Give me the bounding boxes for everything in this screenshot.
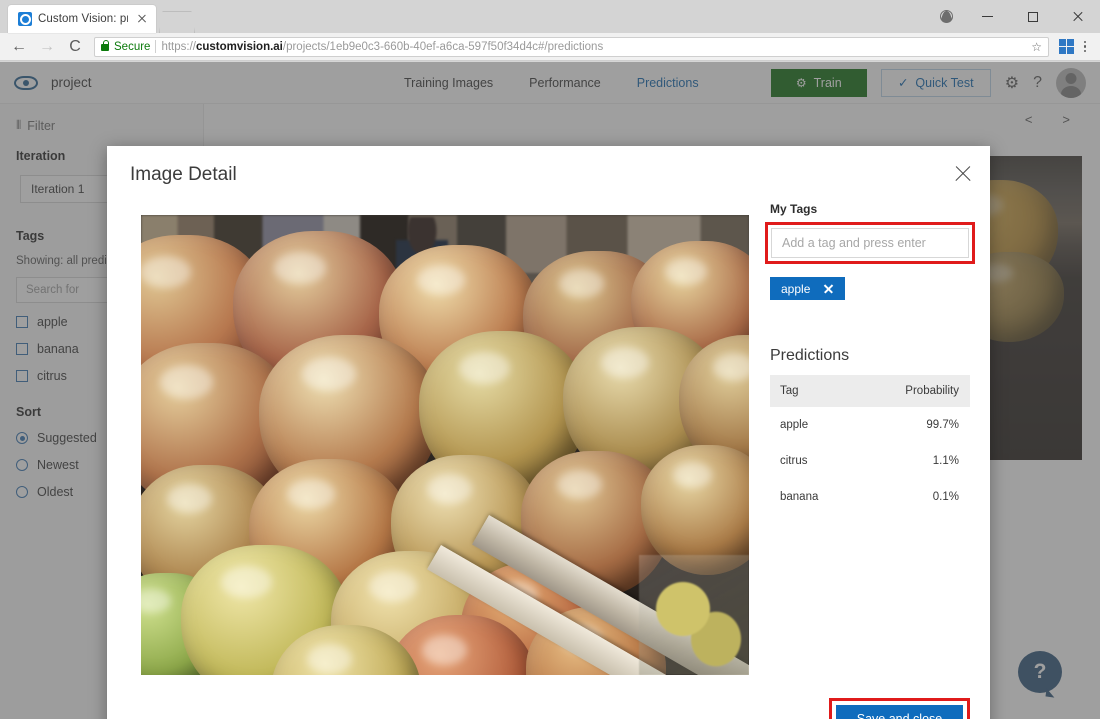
prediction-tag: citrus [770, 443, 849, 479]
apples-photo [141, 215, 749, 675]
remove-tag-icon[interactable] [823, 283, 834, 294]
reload-icon[interactable]: C [62, 34, 88, 60]
prediction-probability: 0.1% [849, 479, 970, 515]
window-controls [927, 0, 1100, 33]
custom-vision-favicon [18, 12, 32, 26]
minimize-button[interactable] [965, 0, 1010, 33]
url-path: /projects/1eb9e0c3-660b-40ef-a6ca-597f50… [283, 41, 603, 53]
page-title: Image Detail [130, 164, 237, 186]
window-close-button[interactable] [1055, 0, 1100, 33]
table-row: banana 0.1% [770, 479, 970, 515]
browser-tab[interactable]: Custom Vision: project - [8, 5, 156, 33]
table-row: apple 99.7% [770, 407, 970, 443]
address-bar[interactable]: Secure https://customvision.ai/projects/… [94, 37, 1049, 57]
prediction-tag: apple [770, 407, 849, 443]
app-page: project Training Images Performance Pred… [0, 62, 1100, 719]
tag-chip-label: apple [781, 282, 810, 296]
tag-input-highlight [765, 222, 975, 264]
close-icon[interactable] [134, 11, 150, 27]
star-icon[interactable]: ☆ [1027, 40, 1042, 54]
predictions-heading: Predictions [770, 347, 970, 365]
back-icon[interactable]: ← [6, 34, 32, 60]
save-and-close-button[interactable]: Save and close [836, 705, 963, 719]
table-row: citrus 1.1% [770, 443, 970, 479]
predictions-table: Tag Probability apple 99.7% citrus 1.1% [770, 375, 970, 515]
secure-label: Secure [114, 41, 150, 53]
column-header-probability: Probability [849, 375, 970, 407]
tag-input[interactable] [771, 228, 969, 258]
prediction-tag: banana [770, 479, 849, 515]
column-header-tag: Tag [770, 375, 849, 407]
tab-strip: Custom Vision: project - [0, 0, 195, 33]
lock-icon [101, 44, 109, 51]
image-detail-modal: Image Detail [107, 146, 990, 719]
prediction-probability: 1.1% [849, 443, 970, 479]
browser-titlebar: Custom Vision: project - [0, 0, 1100, 33]
new-tab-button[interactable] [159, 11, 195, 33]
url-domain: customvision.ai [196, 41, 283, 53]
url-scheme: https:// [161, 41, 196, 53]
save-button-highlight: Save and close [829, 698, 970, 719]
extension-icon[interactable] [1059, 39, 1074, 54]
table-header-row: Tag Probability [770, 375, 970, 407]
url-text: https://customvision.ai/projects/1eb9e0c… [161, 41, 603, 53]
maximize-button[interactable] [1010, 0, 1055, 33]
detail-sidebar: My Tags apple Predictions Tag Probabilit… [770, 202, 970, 515]
divider [155, 40, 156, 53]
prediction-probability: 99.7% [849, 407, 970, 443]
detail-image [141, 215, 749, 675]
person-icon[interactable] [927, 0, 965, 33]
produce-bag [639, 555, 749, 675]
forward-icon[interactable]: → [34, 34, 60, 60]
tag-chip-apple[interactable]: apple [770, 277, 845, 300]
close-icon[interactable] [950, 160, 976, 186]
tab-title: Custom Vision: project - [38, 13, 128, 25]
browser-menu-icon[interactable] [1076, 34, 1094, 60]
my-tags-label: My Tags [770, 202, 970, 216]
browser-toolbar: ← → C Secure https://customvision.ai/pro… [0, 33, 1100, 61]
browser-window: Custom Vision: project - ← → C Secure ht… [0, 0, 1100, 719]
